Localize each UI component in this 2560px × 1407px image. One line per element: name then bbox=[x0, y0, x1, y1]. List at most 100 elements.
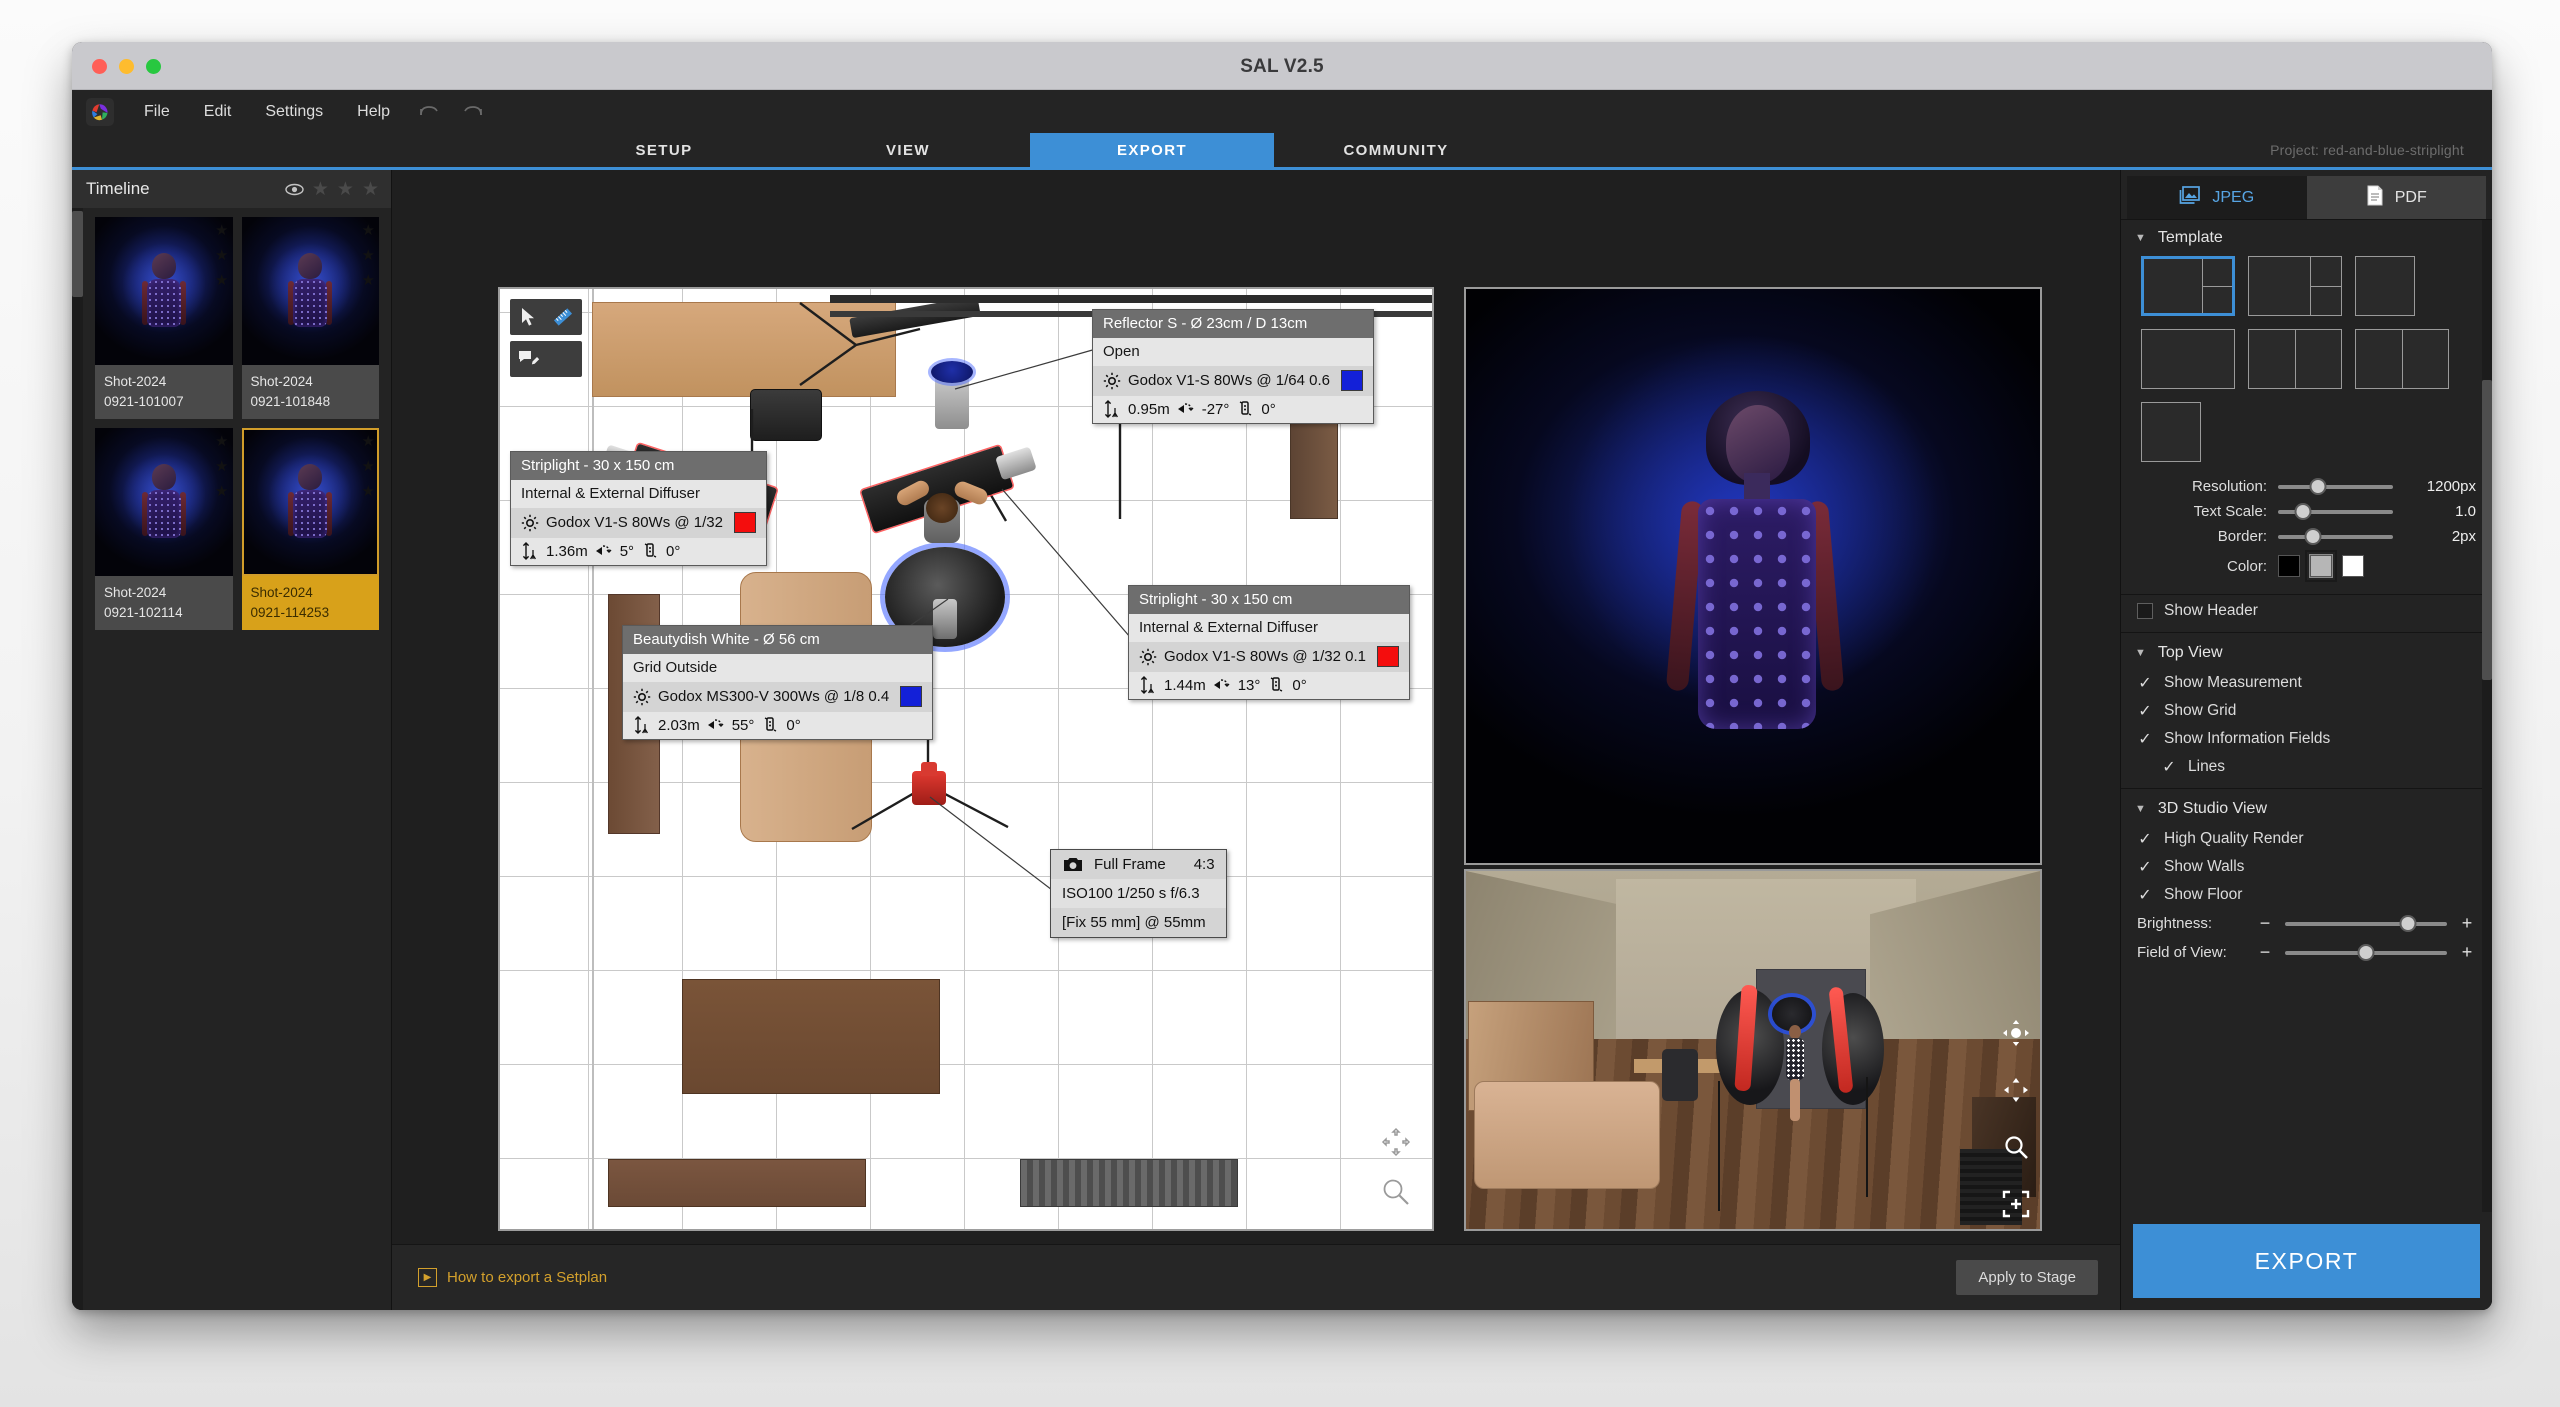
callout-striplight-right[interactable]: Striplight - 30 x 150 cm Internal & Exte… bbox=[1128, 585, 1410, 700]
tab-export[interactable]: EXPORT bbox=[1030, 133, 1274, 167]
undo-icon[interactable] bbox=[408, 103, 450, 121]
template-option-2[interactable] bbox=[2248, 256, 2342, 316]
piano-object[interactable] bbox=[1020, 1159, 1238, 1207]
color-swatch-white[interactable] bbox=[2342, 555, 2364, 577]
callout-striplight-left[interactable]: Striplight - 30 x 150 cm Internal & Exte… bbox=[510, 451, 767, 566]
template-section-header[interactable]: ▼ Template bbox=[2121, 220, 2492, 254]
cursor-icon[interactable] bbox=[516, 304, 542, 330]
callout-reflector[interactable]: Reflector S - Ø 23cm / D 13cm Open Godox… bbox=[1092, 309, 1374, 424]
tab-view[interactable]: VIEW bbox=[786, 133, 1030, 167]
shot-card-selected[interactable]: ★ ★ ★ Shot-2024 0921-114253 bbox=[241, 428, 379, 631]
checkbox-show-grid[interactable]: ✓ Show Grid bbox=[2121, 697, 2492, 725]
resolution-slider[interactable] bbox=[2278, 477, 2393, 495]
office-chair-object[interactable] bbox=[750, 389, 822, 441]
table-object[interactable] bbox=[682, 979, 940, 1094]
check-icon: ✓ bbox=[2138, 731, 2152, 748]
top-view-canvas[interactable]: Reflector S - Ø 23cm / D 13cm Open Godox… bbox=[498, 287, 1434, 1231]
color-swatch-gray[interactable] bbox=[2305, 550, 2337, 582]
template-option-4[interactable] bbox=[2141, 329, 2235, 389]
template-option-1[interactable] bbox=[2141, 256, 2235, 316]
zoom-icon[interactable] bbox=[1380, 1176, 1412, 1213]
brightness-increase-button[interactable]: + bbox=[2458, 913, 2476, 934]
menu-item-file[interactable]: File bbox=[128, 98, 186, 126]
tab-format-jpeg[interactable]: JPEG bbox=[2127, 176, 2307, 219]
menu-item-settings[interactable]: Settings bbox=[249, 98, 339, 126]
tab-community[interactable]: COMMUNITY bbox=[1274, 133, 1518, 167]
reflector-object[interactable] bbox=[931, 361, 973, 429]
app-logo-icon bbox=[86, 97, 114, 126]
fov-slider[interactable] bbox=[2285, 943, 2447, 961]
bench-object[interactable] bbox=[608, 1159, 866, 1207]
callout-beautydish[interactable]: Beautydish White - Ø 56 cm Grid Outside … bbox=[622, 625, 934, 740]
apply-to-stage-button[interactable]: Apply to Stage bbox=[1956, 1260, 2098, 1295]
camera-object[interactable] bbox=[912, 762, 946, 805]
settings-scrollbar[interactable] bbox=[2482, 220, 2492, 1212]
checkbox-show-walls[interactable]: ✓ Show Walls bbox=[2121, 853, 2492, 881]
checkbox-show-measurement[interactable]: ✓ Show Measurement bbox=[2121, 669, 2492, 697]
text-scale-slider[interactable] bbox=[2278, 502, 2393, 520]
shot-name: Shot-2024 bbox=[104, 374, 167, 389]
border-slider[interactable] bbox=[2278, 527, 2393, 545]
star-filter-3-icon[interactable]: ★ bbox=[362, 180, 379, 199]
show-grid-label: Show Grid bbox=[2164, 702, 2237, 719]
shot-card[interactable]: ★ ★ ★ Shot-2024 0921-101848 bbox=[241, 217, 379, 420]
timeline-scrollbar[interactable] bbox=[72, 208, 83, 1310]
redo-icon[interactable] bbox=[452, 103, 494, 121]
photo-preview[interactable] bbox=[1464, 287, 2042, 865]
checkbox-show-header[interactable]: Show Header bbox=[2121, 597, 2492, 625]
template-option-7[interactable] bbox=[2141, 402, 2201, 462]
orbit-icon[interactable] bbox=[2002, 1019, 2030, 1052]
callout-color-swatch bbox=[1341, 370, 1363, 391]
rotation-icon bbox=[761, 716, 779, 734]
shot-card[interactable]: ★ ★ ★ Shot-2024 0921-101007 bbox=[95, 217, 233, 420]
template-option-5[interactable] bbox=[2248, 329, 2342, 389]
how-to-export-link[interactable]: ▶ How to export a Setplan bbox=[418, 1268, 607, 1287]
color-swatch-black[interactable] bbox=[2278, 555, 2300, 577]
studio-3d-preview[interactable] bbox=[1464, 869, 2042, 1231]
zoom-icon[interactable] bbox=[2002, 1133, 2030, 1166]
callout-height: 1.44m bbox=[1164, 676, 1206, 694]
timeline-scroll-thumb[interactable] bbox=[72, 211, 83, 297]
menu-item-help[interactable]: Help bbox=[341, 98, 406, 126]
studio-view-section-header[interactable]: ▼ 3D Studio View bbox=[2121, 791, 2492, 825]
top-view-section-header[interactable]: ▼ Top View bbox=[2121, 635, 2492, 669]
tab-setup[interactable]: SETUP bbox=[542, 133, 786, 167]
callout-color-swatch bbox=[900, 686, 923, 707]
template-option-3[interactable] bbox=[2355, 256, 2415, 316]
pan-icon[interactable] bbox=[2002, 1076, 2030, 1109]
eye-icon[interactable] bbox=[285, 183, 304, 196]
check-icon: ✓ bbox=[2138, 831, 2152, 848]
show-information-fields-label: Show Information Fields bbox=[2164, 730, 2331, 747]
tab-format-pdf[interactable]: PDF bbox=[2306, 176, 2486, 219]
callout-camera[interactable]: Full Frame 4:3 ISO100 1/250 s f/6.3 [Fix… bbox=[1050, 849, 1227, 938]
tabbar-spacer bbox=[1518, 133, 2270, 167]
ruler-icon[interactable] bbox=[550, 304, 576, 330]
light-bulb-icon bbox=[1139, 648, 1157, 666]
checkbox-show-information-fields[interactable]: ✓ Show Information Fields bbox=[2121, 725, 2492, 753]
callout-light-row: Godox V1-S 80Ws @ 1/64 0.6 bbox=[1093, 366, 1373, 396]
backdrop-rail-object[interactable] bbox=[830, 295, 1432, 303]
fov-increase-button[interactable]: + bbox=[2458, 942, 2476, 963]
checkbox-high-quality-render[interactable]: ✓ High Quality Render bbox=[2121, 825, 2492, 853]
callout-height: 0.95m bbox=[1128, 400, 1170, 418]
template-option-6[interactable] bbox=[2355, 329, 2449, 389]
settings-scroll-thumb[interactable] bbox=[2482, 380, 2492, 680]
shot-rating-stars: ★ ★ ★ bbox=[215, 433, 229, 501]
shot-card[interactable]: ★ ★ ★ Shot-2024 0921-102114 bbox=[95, 428, 233, 631]
shot-thumbnail: ★ ★ ★ bbox=[241, 217, 379, 365]
fit-icon[interactable] bbox=[2002, 1190, 2030, 1223]
checkbox-show-floor[interactable]: ✓ Show Floor bbox=[2121, 881, 2492, 909]
callout-tilt: -27° bbox=[1201, 400, 1230, 418]
pan-icon[interactable] bbox=[1381, 1127, 1411, 1162]
model-object[interactable] bbox=[894, 477, 990, 557]
menu-item-edit[interactable]: Edit bbox=[188, 98, 248, 126]
fov-decrease-button[interactable]: − bbox=[2256, 942, 2274, 963]
brightness-decrease-button[interactable]: − bbox=[2256, 913, 2274, 934]
checkbox-lines[interactable]: ✓ Lines bbox=[2121, 753, 2492, 781]
divider bbox=[2121, 594, 2492, 595]
comment-pencil-icon[interactable] bbox=[516, 346, 542, 372]
star-filter-2-icon[interactable]: ★ bbox=[337, 180, 354, 199]
brightness-slider[interactable] bbox=[2285, 914, 2447, 932]
export-button[interactable]: EXPORT bbox=[2133, 1224, 2480, 1298]
star-filter-1-icon[interactable]: ★ bbox=[312, 180, 329, 199]
